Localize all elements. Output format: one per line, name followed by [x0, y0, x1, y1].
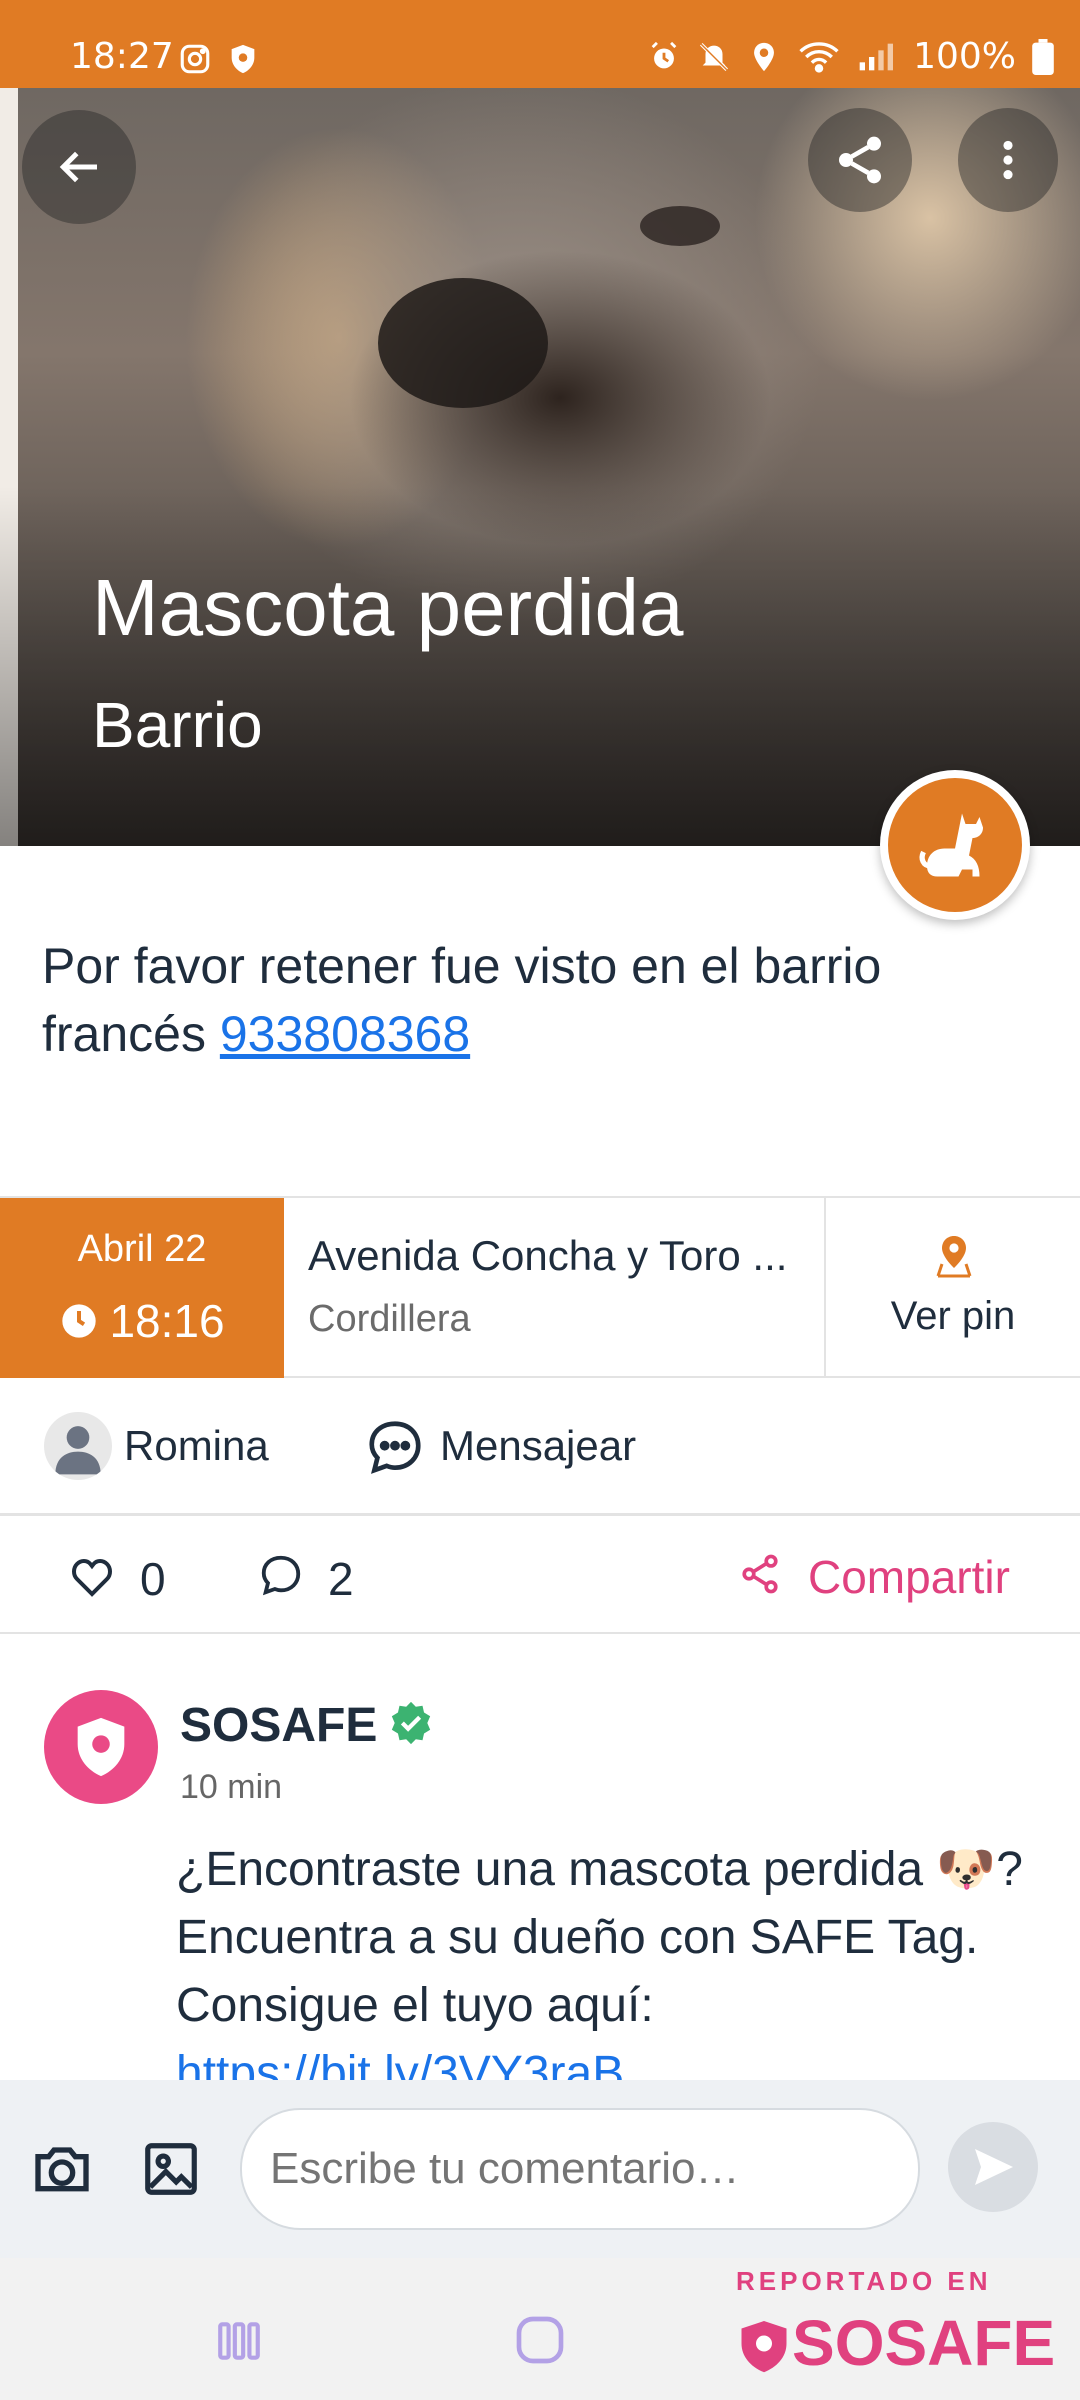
comment-time: 10 min	[180, 1768, 283, 1806]
view-pin-button[interactable]: Ver pin	[824, 1198, 1080, 1378]
author-row: Romina Mensajear	[0, 1378, 1080, 1516]
comment-body: ¿Encontraste una mascota perdida 🐶? Encu…	[176, 1836, 1036, 2080]
heart-icon[interactable]	[68, 1552, 116, 1600]
user-icon	[55, 1426, 101, 1475]
signal-icon	[859, 43, 894, 70]
shield-icon	[77, 1717, 125, 1777]
share-nodes-icon[interactable]	[738, 1552, 782, 1596]
comment-author[interactable]: SOSAFE	[180, 1698, 377, 1753]
view-pin-label: Ver pin	[890, 1294, 1016, 1338]
mute-icon	[700, 42, 729, 71]
more-vert-icon	[1003, 140, 1013, 180]
image-icon[interactable]	[140, 2138, 202, 2200]
send-button[interactable]	[948, 2122, 1038, 2212]
send-icon	[975, 2149, 1013, 2185]
more-options-button[interactable]	[958, 108, 1058, 212]
instagram-icon	[180, 44, 210, 74]
category-badge	[880, 770, 1030, 920]
comment-link[interactable]: https://bit.ly/3VY3raB	[176, 2047, 624, 2080]
page-title: Mascota perdida	[92, 563, 684, 652]
shield-icon	[231, 44, 255, 74]
comment-composer	[0, 2080, 1080, 2258]
date-box: Abril 22 18:16	[0, 1198, 284, 1378]
wifi-icon	[799, 41, 839, 73]
share-icon	[839, 136, 881, 184]
battery-icon	[1032, 38, 1054, 75]
phone-link[interactable]: 933808368	[220, 1006, 470, 1062]
author-name[interactable]: Romina	[124, 1422, 269, 1470]
status-time: 18:27	[70, 36, 174, 77]
post-description: Por favor retener fue visto en el barrio…	[42, 932, 1042, 1068]
location-icon	[754, 42, 774, 71]
message-button[interactable]: Mensajear	[440, 1422, 636, 1470]
address-area: Cordillera	[308, 1298, 471, 1340]
address[interactable]: Avenida Concha y Toro ... Cordillera	[308, 1232, 808, 1341]
info-row: Abril 22 18:16 Avenida Concha y Toro ...…	[0, 1196, 1080, 1378]
author-avatar[interactable]	[44, 1412, 112, 1480]
brand-logo-text: SOSAFE	[792, 2307, 1056, 2379]
camera-icon[interactable]	[28, 2138, 96, 2202]
post-date: Abril 22	[77, 1228, 207, 1270]
address-street: Avenida Concha y Toro ...	[308, 1232, 788, 1279]
status-bar: 18:27 100%	[0, 0, 1080, 88]
share-button[interactable]	[808, 108, 912, 212]
comment-avatar[interactable]	[44, 1690, 158, 1804]
chat-bubble-icon[interactable]	[364, 1416, 426, 1478]
recent-apps-icon[interactable]	[214, 2316, 264, 2366]
back-button[interactable]	[22, 110, 136, 224]
actions-row: 0 2 Compartir	[0, 1516, 1080, 1634]
comment-icon[interactable]	[258, 1552, 304, 1598]
reported-in-label: REPORTADO EN	[736, 2266, 992, 2296]
share-label[interactable]: Compartir	[808, 1550, 1010, 1604]
alarm-icon	[651, 41, 677, 68]
comment-text: ¿Encontraste una mascota perdida 🐶? Encu…	[176, 1843, 1023, 2032]
verified-icon	[391, 1701, 431, 1745]
dog-icon	[919, 813, 983, 877]
like-count: 0	[140, 1553, 166, 1605]
home-icon[interactable]	[512, 2312, 568, 2368]
back-arrow-icon	[59, 151, 97, 183]
map-pin-icon	[936, 1236, 972, 1278]
clock-icon	[62, 1304, 97, 1338]
battery-percent: 100%	[913, 36, 1016, 77]
comment-count: 2	[328, 1553, 354, 1605]
comment-input[interactable]	[240, 2108, 920, 2230]
sosafe-logo-icon	[741, 2321, 787, 2373]
post-time: 18:16	[109, 1295, 225, 1347]
page-subtitle: Barrio	[92, 689, 263, 761]
pet-photo: Mascota perdida Barrio	[0, 88, 1080, 846]
